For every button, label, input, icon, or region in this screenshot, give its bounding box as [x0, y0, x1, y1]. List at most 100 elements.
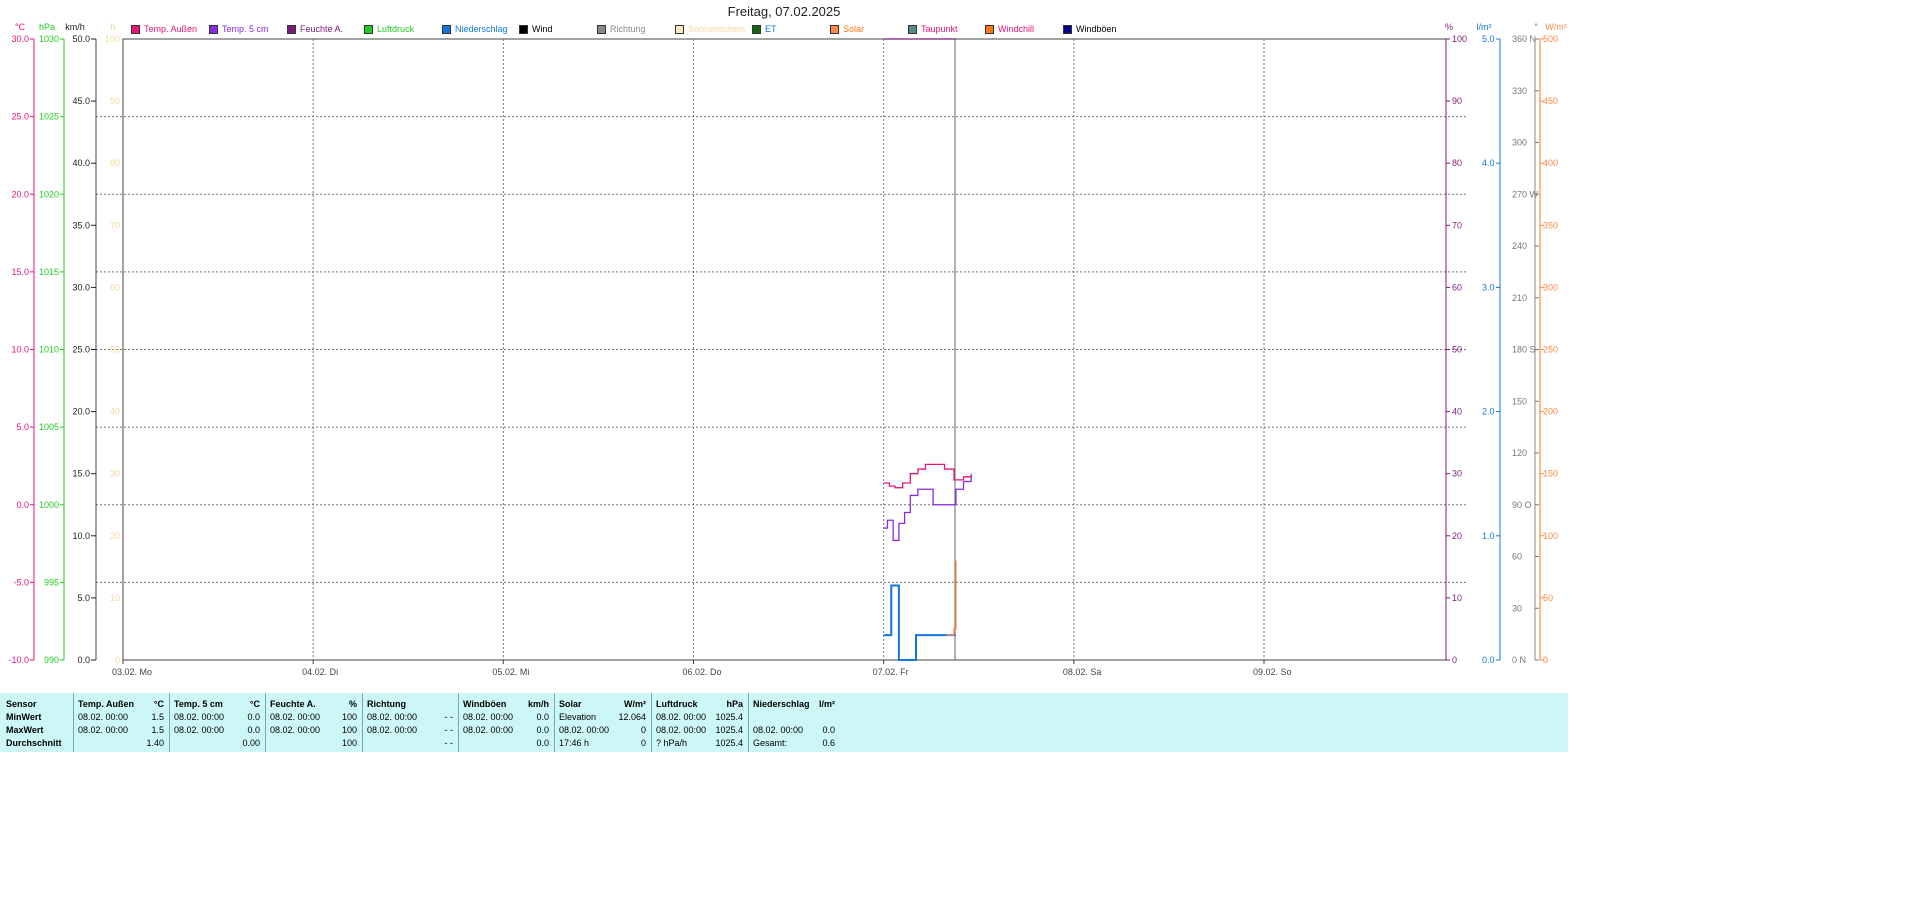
stats-column: Sensor MinWert MaxWert Durchschnitt: [0, 693, 73, 752]
wm2-axis-tick-label: 50: [1543, 593, 1553, 603]
hpa-axis-tick-label: 1020: [39, 189, 59, 199]
stats-unit: hPa: [726, 699, 743, 709]
stats-time: 08.02. 00:00: [78, 725, 129, 735]
kmh-axis-tick-label: 15.0: [72, 469, 90, 479]
wm2-axis-tick-label: 350: [1543, 220, 1558, 230]
hours-axis-tick-label: 0: [115, 655, 120, 665]
wm2-axis-tick-label: 450: [1543, 96, 1558, 106]
percent-axis-tick-label: 0: [1452, 655, 1457, 665]
stats-value: 100: [341, 725, 357, 735]
hpa-axis-tick-label: 1025: [39, 112, 59, 122]
x-tick-label: 06.02. Do: [683, 667, 722, 677]
wm2-axis-tick-label: 400: [1543, 158, 1558, 168]
stats-value: 0.0: [536, 738, 549, 748]
degree-axis-tick-label: 180 S: [1512, 345, 1536, 355]
unit-label: hPa: [39, 22, 55, 32]
x-tick-label: 04.02. Di: [302, 667, 338, 677]
stats-value: 0.0: [247, 725, 260, 735]
kmh-axis-tick-label: 5.0: [77, 593, 90, 603]
hpa-axis-tick-label: 1030: [39, 34, 59, 44]
hours-axis-tick-label: 90: [110, 96, 120, 106]
stats-header: Temp. 5 cm: [174, 699, 223, 709]
stats-value: 12.064: [618, 712, 646, 722]
stats-value: 0: [640, 725, 646, 735]
stats-value: 0.0: [822, 725, 835, 735]
stats-value: 1.40: [146, 738, 164, 748]
hpa-axis-tick-label: 1000: [39, 500, 59, 510]
stats-unit: °C: [153, 699, 164, 709]
kmh-axis-tick-label: 45.0: [72, 96, 90, 106]
lm2-axis-tick-label: 3.0: [1482, 282, 1495, 292]
stats-value: 1.5: [151, 725, 164, 735]
stats-header: Sensor: [6, 699, 37, 709]
degree-axis-tick-label: 330: [1512, 86, 1527, 96]
wm2-axis-tick-label: 0: [1543, 655, 1548, 665]
stats-value: 0: [640, 738, 646, 748]
stats-row-label: MinWert: [6, 712, 42, 722]
kmh-axis-tick-label: 25.0: [72, 345, 90, 355]
celsius-axis-tick-label: 25.0: [11, 112, 29, 122]
hours-axis-tick-label: 40: [110, 407, 120, 417]
wm2-axis-tick-label: 150: [1543, 469, 1558, 479]
hpa-axis-tick-label: 995: [44, 577, 59, 587]
stats-value: 0.00: [242, 738, 260, 748]
wm2-axis-tick-label: 300: [1543, 282, 1558, 292]
celsius-axis-tick-label: 0.0: [16, 500, 29, 510]
percent-axis-tick-label: 40: [1452, 407, 1462, 417]
stats-time: 08.02. 00:00: [78, 712, 129, 722]
stats-time: 17:46 h: [559, 738, 590, 748]
stats-time: 08.02. 00:00: [656, 725, 707, 735]
kmh-axis-tick-label: 30.0: [72, 282, 90, 292]
hours-axis-tick-label: 10: [110, 593, 120, 603]
degree-axis-tick-label: 30: [1512, 603, 1522, 613]
hours-axis-tick-label: 100: [105, 34, 120, 44]
stats-unit: km/h: [527, 699, 549, 709]
stats-time: 08.02. 00:00: [753, 725, 804, 735]
stats-column: Windböen km/h 08.02. 00:00 0.0 08.02. 00:00 0…: [458, 693, 555, 752]
stats-header: Feuchte A.: [270, 699, 316, 709]
celsius-axis-tick-label: -10.0: [8, 655, 29, 665]
stats-value: 0.0: [247, 712, 260, 722]
percent-axis-tick-label: 20: [1452, 531, 1462, 541]
kmh-axis-tick-label: 0.0: [77, 655, 90, 665]
celsius-axis-tick-label: 15.0: [11, 267, 29, 277]
percent-axis-tick-label: 60: [1452, 282, 1462, 292]
kmh-axis-tick-label: 50.0: [72, 34, 90, 44]
percent-axis-tick-label: 10: [1452, 593, 1462, 603]
stats-value: 1025.4: [715, 738, 743, 748]
stats-column: Richtung 08.02. 00:00 - - 08.02. 00:00 - - - …: [362, 693, 459, 752]
stats-time: 08.02. 00:00: [463, 725, 514, 735]
celsius-axis-tick-label: 10.0: [11, 345, 29, 355]
weather-chart: 03.02. Mo 04.02. Di 05.02. Mi 06.02. Do 07.0…: [8, 22, 1567, 677]
stats-time: 08.02. 00:00: [367, 712, 418, 722]
hpa-axis-tick-label: 990: [44, 655, 59, 665]
x-tick-label: 07.02. Fr: [873, 667, 909, 677]
kmh-axis-tick-label: 40.0: [72, 158, 90, 168]
stats-row-label: Durchschnitt: [6, 738, 62, 748]
stats-column: Temp. Außen °C 08.02. 00:00 1.5 08.02. 00:00…: [73, 693, 170, 752]
degree-axis-tick-label: 300: [1512, 138, 1527, 148]
hours-axis-tick-label: 60: [110, 282, 120, 292]
stats-value: - -: [444, 725, 454, 735]
stats-column: Temp. 5 cm °C 08.02. 00:00 0.0 08.02. 00:00 0…: [169, 693, 266, 752]
kmh-axis-tick-label: 20.0: [72, 407, 90, 417]
stats-header: Temp. Außen: [78, 699, 134, 709]
wm2-axis-tick-label: 250: [1543, 345, 1558, 355]
unit-label: °C: [15, 22, 26, 32]
degree-axis-tick-label: 120: [1512, 448, 1527, 458]
degree-axis-tick-label: 90 O: [1512, 500, 1532, 510]
stats-column: Solar W/m² Elevation 12.064 08.02. 00:00 0 17:…: [554, 693, 652, 752]
degree-axis-tick-label: 240: [1512, 241, 1527, 251]
percent-axis-tick-label: 30: [1452, 469, 1462, 479]
hpa-axis-tick-label: 1010: [39, 345, 59, 355]
wm2-axis-tick-label: 100: [1543, 531, 1558, 541]
unit-label: W/m²: [1545, 22, 1567, 32]
degree-axis-tick-label: 150: [1512, 396, 1527, 406]
unit-label: °: [1534, 22, 1538, 32]
stats-value: 1025.4: [715, 725, 743, 735]
x-tick-label: 03.02. Mo: [112, 667, 152, 677]
hpa-axis-tick-label: 1005: [39, 422, 59, 432]
stats-time: 08.02. 00:00: [559, 725, 610, 735]
stats-header: Solar: [559, 699, 582, 709]
unit-label: l/m²: [1477, 22, 1492, 32]
